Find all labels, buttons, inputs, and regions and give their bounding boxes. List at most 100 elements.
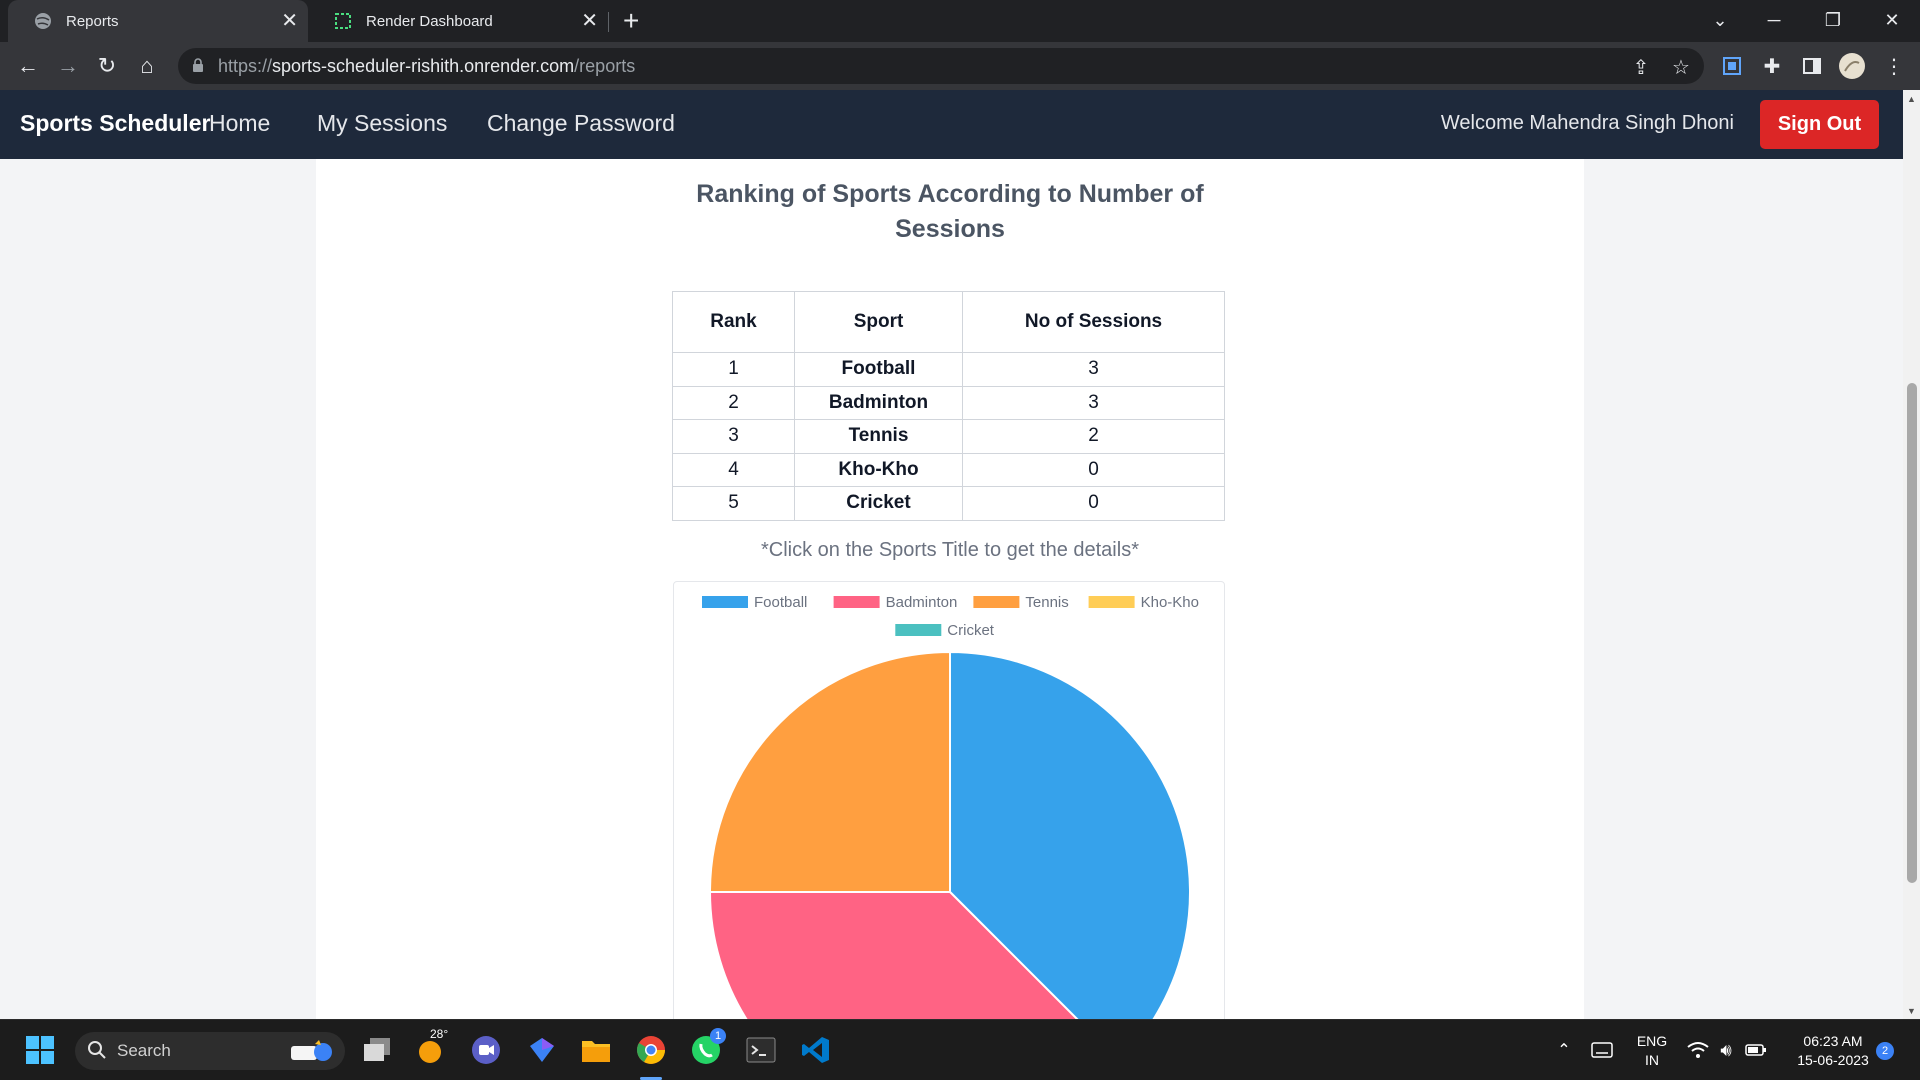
taskbar-search-box[interactable]: Search [75,1032,345,1070]
new-tab-button[interactable]: + [623,6,639,36]
back-icon[interactable]: ← [12,50,44,82]
nav-change-password-link[interactable]: Change Password [487,110,675,137]
copilot-app-icon[interactable] [526,1034,558,1066]
address-bar[interactable]: https://sports-scheduler-rishith.onrende… [178,48,1704,84]
legend-label-cricket[interactable]: Cricket [947,622,995,639]
app-navbar: Sports Scheduler Home My Sessions Change… [0,90,1920,159]
file-explorer-icon[interactable] [580,1034,612,1066]
tab-separator [608,12,609,32]
report-card: Ranking of Sports According to Number of… [316,159,1584,1019]
sport-title-link[interactable]: Badminton [794,385,963,420]
render-icon [334,12,352,30]
forward-icon[interactable]: → [52,50,84,82]
tab-render-dashboard[interactable]: Render Dashboard ✕ [308,0,608,42]
scroll-down-arrow[interactable]: ▼ [1903,1002,1920,1019]
table-row: 1 Football 3 [672,352,1225,387]
nav-my-sessions-link[interactable]: My Sessions [317,110,447,137]
browser-tab-bar: Reports ✕ Render Dashboard ✕ + ⌄ ─ ❐ ✕ [0,0,1920,42]
legend-swatch-kho-kho[interactable] [1088,596,1135,608]
legend-label-football[interactable]: Football [754,594,807,611]
sports-pie-chart: Football Badminton Tennis Kho-Kho Cricket [673,581,1225,1019]
page-viewport: Ranking of Sports According to Number of… [0,159,1903,1019]
rank-cell: 4 [672,452,795,487]
scroll-up-arrow[interactable]: ▲ [1903,90,1920,107]
windows-start-icon[interactable] [24,1034,56,1066]
language-indicator[interactable]: ENG IN [1632,1032,1672,1070]
page-scrollbar[interactable]: ▲ ▼ [1903,90,1920,1019]
close-tab-icon[interactable]: ✕ [581,11,598,31]
reload-icon[interactable]: ↻ [91,50,123,82]
sign-out-button[interactable]: Sign Out [1760,100,1879,149]
table-row: 3 Tennis 2 [672,419,1225,454]
nav-home-link[interactable]: Home [209,110,270,137]
teams-meet-icon[interactable] [470,1034,502,1066]
legend-label-kho-kho[interactable]: Kho-Kho [1141,594,1199,611]
sessions-cell: 3 [962,352,1225,387]
sessions-cell: 2 [962,419,1225,454]
extensions-puzzle-icon[interactable]: ✚ [1758,52,1786,80]
battery-icon[interactable] [1740,1034,1772,1066]
brand-logo-text[interactable]: Sports Scheduler [20,110,210,137]
side-panel-icon[interactable] [1798,52,1826,80]
bookmark-star-icon[interactable]: ☆ [1670,56,1692,79]
search-highlight-icon [285,1036,337,1071]
rank-cell: 1 [672,352,795,387]
browser-toolbar: ← → ↻ ⌂ https://sports-scheduler-rishith… [0,42,1920,90]
keyboard-icon[interactable] [1586,1034,1618,1066]
legend-swatch-badminton[interactable] [833,596,880,608]
weather-temp: 28° [430,1027,449,1041]
profile-avatar[interactable] [1838,52,1866,80]
table-row: 4 Kho-Kho 0 [672,452,1225,487]
sessions-cell: 0 [962,486,1225,521]
notification-badge[interactable]: 2 [1876,1042,1894,1060]
restore-button[interactable]: ❐ [1813,0,1853,40]
tab-title: Render Dashboard [366,12,493,30]
sessions-cell: 0 [962,452,1225,487]
report-title: Ranking of Sports According to Number of… [696,180,1204,243]
screenshot-extension-icon[interactable] [1718,52,1746,80]
legend-label-badminton[interactable]: Badminton [886,594,958,611]
table-row: 2 Badminton 3 [672,385,1225,420]
tab-title: Reports [66,12,119,30]
sport-title-link[interactable]: Tennis [794,419,963,454]
chrome-menu-icon[interactable]: ⋮ [1880,52,1908,80]
globe-icon [34,12,52,30]
chrome-taskbar-icon[interactable] [635,1034,667,1066]
vscode-icon[interactable] [800,1034,832,1066]
rank-cell: 2 [672,385,795,420]
volume-icon[interactable]: 🔊︎ [1710,1034,1742,1066]
sessions-cell: 3 [962,385,1225,420]
url-text: https://sports-scheduler-rishith.onrende… [218,56,636,76]
close-window-button[interactable]: ✕ [1872,0,1912,40]
lock-icon[interactable] [192,58,204,78]
rank-cell: 3 [672,419,795,454]
sport-title-link[interactable]: Football [794,352,963,387]
legend-swatch-tennis[interactable] [973,596,1020,608]
task-view-icon[interactable] [361,1034,393,1066]
show-hidden-icons-chevron[interactable]: ⌃ [1548,1034,1580,1066]
legend-swatch-cricket[interactable] [895,624,942,636]
column-header-rank: Rank [672,291,795,353]
sport-title-link[interactable]: Cricket [794,486,963,521]
tab-search-icon[interactable]: ⌄ [1700,0,1740,40]
scroll-thumb[interactable] [1907,383,1917,883]
click-hint-text: *Click on the Sports Title to get the de… [761,539,1139,561]
column-header-sport: Sport [794,291,963,353]
search-icon [87,1040,107,1065]
close-tab-icon[interactable]: ✕ [281,11,298,31]
share-icon[interactable]: ⇪ [1630,56,1652,79]
table-row: 5 Cricket 0 [672,486,1225,521]
terminal-icon[interactable] [745,1034,777,1066]
legend-swatch-football[interactable] [702,596,748,608]
clock[interactable]: 06:23 AM 15-06-2023 [1782,1032,1884,1070]
pie-slice-tennis[interactable] [708,650,951,893]
tab-reports[interactable]: Reports ✕ [8,0,308,42]
windows-taskbar: Search 28° 1 ⌃ ENG IN 🔊︎ 06:23 AM 15-06-… [0,1019,1920,1080]
whatsapp-badge: 1 [710,1028,726,1044]
pie-chart-canvas: Football Badminton Tennis Kho-Kho Cricket [702,594,1199,1019]
sport-title-link[interactable]: Kho-Kho [794,452,963,487]
home-icon[interactable]: ⌂ [131,50,163,82]
legend-label-tennis[interactable]: Tennis [1025,594,1068,611]
column-header-sessions: No of Sessions [962,291,1225,353]
minimize-button[interactable]: ─ [1754,0,1794,40]
